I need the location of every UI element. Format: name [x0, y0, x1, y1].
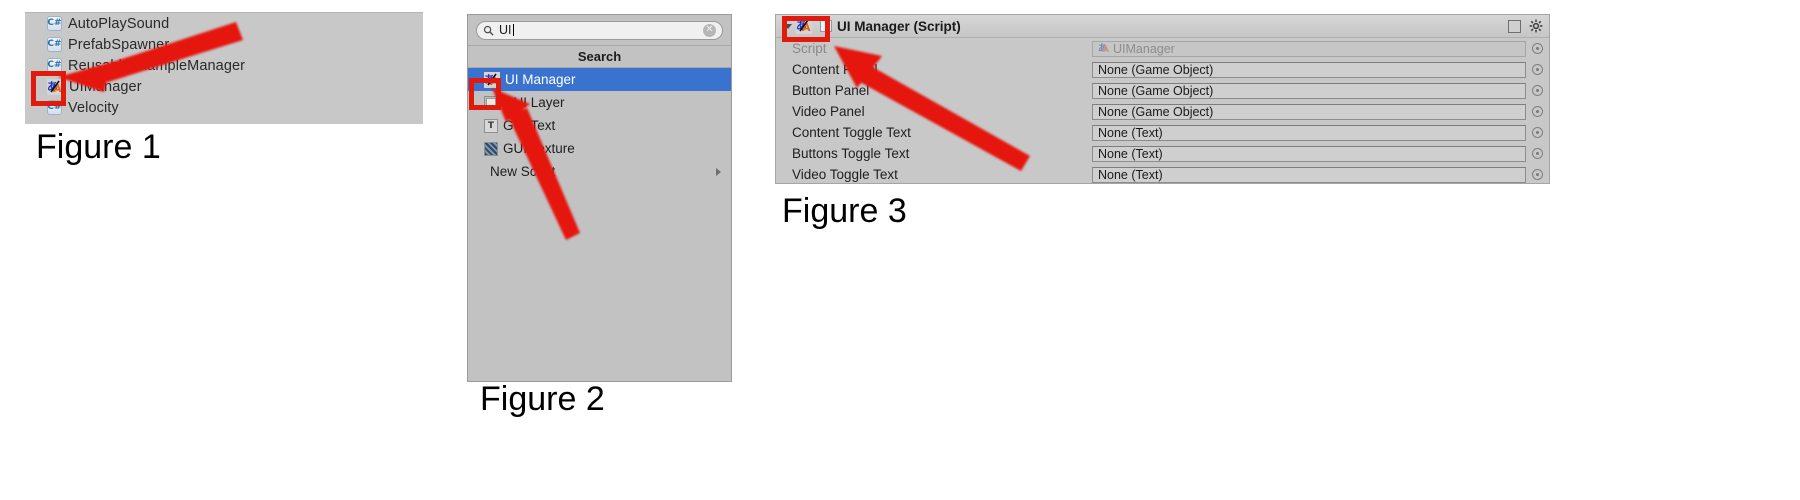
list-item-uimanager[interactable]: あA UIManager	[25, 76, 423, 97]
property-label: Buttons Toggle Text	[792, 146, 910, 161]
list-item-label: Velocity	[68, 99, 119, 116]
property-row-content-panel[interactable]: Content Panel None (Game Object)	[776, 59, 1549, 80]
search-results-list[interactable]: あA UI Manager GUI Layer T GUI Text GUI T…	[468, 68, 731, 183]
list-item-label: AutoPlaySound	[68, 15, 170, 32]
search-result-new-script[interactable]: New Script	[468, 160, 731, 183]
object-picker-icon[interactable]	[1532, 64, 1543, 75]
object-picker-icon[interactable]	[1532, 127, 1543, 138]
search-result-label: UI Manager	[505, 72, 576, 87]
search-result-gui-texture[interactable]: GUI Texture	[468, 137, 731, 160]
figure-2-caption: Figure 2	[480, 380, 605, 418]
property-row-content-toggle-text[interactable]: Content Toggle Text None (Text)	[776, 122, 1549, 143]
object-picker-icon[interactable]	[1532, 148, 1543, 159]
list-item[interactable]: C# Velocity	[25, 97, 423, 118]
object-picker-icon[interactable]	[1532, 106, 1543, 117]
inspector-component-panel[interactable]: あA UI Manager (Script) Script あA UIManag…	[775, 14, 1550, 184]
gui-text-icon: T	[484, 118, 498, 133]
add-component-search-popup[interactable]: UI ✕ Search あA UI Manager GUI Layer T GU…	[467, 14, 732, 382]
chevron-right-icon	[716, 167, 721, 176]
property-value: None (Text)	[1098, 125, 1163, 140]
object-picker-icon[interactable]	[1532, 85, 1543, 96]
search-input[interactable]: UI ✕	[476, 20, 723, 40]
property-value-field[interactable]: None (Game Object)	[1092, 103, 1526, 120]
property-row-script[interactable]: Script あA UIManager	[776, 38, 1549, 59]
text-caret	[512, 24, 514, 36]
property-row-button-panel[interactable]: Button Panel None (Game Object)	[776, 80, 1549, 101]
property-row-video-panel[interactable]: Video Panel None (Game Object)	[776, 101, 1549, 122]
property-label: Content Toggle Text	[792, 125, 911, 140]
property-row-buttons-toggle-text[interactable]: Buttons Toggle Text None (Text)	[776, 143, 1549, 164]
figure-1-caption: Figure 1	[36, 128, 161, 166]
search-bar: UI ✕	[468, 15, 731, 45]
property-value: None (Text)	[1098, 146, 1163, 161]
csharp-script-icon: C#	[47, 37, 62, 52]
property-value-field[interactable]: あA UIManager	[1092, 40, 1526, 57]
property-value: None (Game Object)	[1098, 83, 1214, 98]
search-result-label: GUI Text	[503, 118, 556, 133]
book-help-icon[interactable]	[1508, 19, 1521, 33]
component-header[interactable]: あA UI Manager (Script)	[776, 15, 1549, 38]
search-result-gui-text[interactable]: T GUI Text	[468, 114, 731, 137]
property-value-field[interactable]: None (Text)	[1092, 124, 1526, 141]
ui-manager-script-icon: あA	[484, 71, 500, 88]
list-item[interactable]: C# PrefabSpawner	[25, 34, 423, 55]
search-results-header: Search	[468, 45, 731, 68]
property-label: Script	[792, 41, 827, 56]
list-item-label: ReusableExampleManager	[68, 57, 246, 74]
property-value-field[interactable]: None (Text)	[1092, 145, 1526, 162]
list-item[interactable]: C# ReusableExampleManager	[25, 55, 423, 76]
property-row-video-toggle-text[interactable]: Video Toggle Text None (Text)	[776, 164, 1549, 183]
gear-icon[interactable]	[1529, 19, 1543, 33]
object-picker-icon[interactable]	[1532, 43, 1543, 54]
csharp-script-icon: C#	[47, 16, 62, 31]
property-label: Video Toggle Text	[792, 167, 898, 182]
ui-manager-script-icon: あA	[796, 18, 812, 34]
search-result-label: GUI Texture	[503, 141, 575, 156]
ui-manager-script-icon: あA	[47, 78, 63, 95]
component-enabled-checkbox[interactable]	[820, 20, 832, 32]
property-value-field[interactable]: None (Game Object)	[1092, 82, 1526, 99]
property-value-field[interactable]: None (Game Object)	[1092, 61, 1526, 78]
object-picker-icon[interactable]	[1532, 169, 1543, 180]
search-result-ui-manager[interactable]: あA UI Manager	[468, 68, 731, 91]
property-value: None (Game Object)	[1098, 104, 1214, 119]
search-result-label: New Script	[490, 164, 556, 179]
property-value: None (Game Object)	[1098, 62, 1214, 77]
property-value: None (Text)	[1098, 167, 1163, 182]
triangle-down-icon[interactable]	[784, 23, 792, 29]
csharp-script-icon: C#	[47, 58, 62, 73]
magnifier-icon	[483, 25, 494, 36]
search-result-label: GUI Layer	[503, 95, 565, 110]
search-result-gui-layer[interactable]: GUI Layer	[468, 91, 731, 114]
project-assets-list-panel[interactable]: C# AutoPlaySound C# PrefabSpawner C# Reu…	[25, 12, 423, 124]
property-label: Content Panel	[792, 62, 878, 77]
csharp-script-icon: C#	[47, 100, 62, 115]
list-item-label: UIManager	[69, 78, 142, 95]
clear-circle-icon[interactable]: ✕	[703, 23, 716, 37]
property-value-field[interactable]: None (Text)	[1092, 166, 1526, 183]
list-item-label: PrefabSpawner	[68, 36, 170, 53]
gui-layer-icon	[484, 95, 498, 110]
search-input-value: UI	[499, 23, 512, 37]
gui-texture-icon	[484, 141, 498, 156]
component-title: UI Manager (Script)	[837, 18, 961, 34]
property-label: Video Panel	[792, 104, 865, 119]
property-value: UIManager	[1113, 41, 1175, 56]
figure-3-caption: Figure 3	[782, 192, 907, 230]
property-label: Button Panel	[792, 83, 870, 98]
ui-manager-script-icon: あA	[1098, 43, 1109, 55]
list-item[interactable]: C# AutoPlaySound	[25, 13, 423, 34]
